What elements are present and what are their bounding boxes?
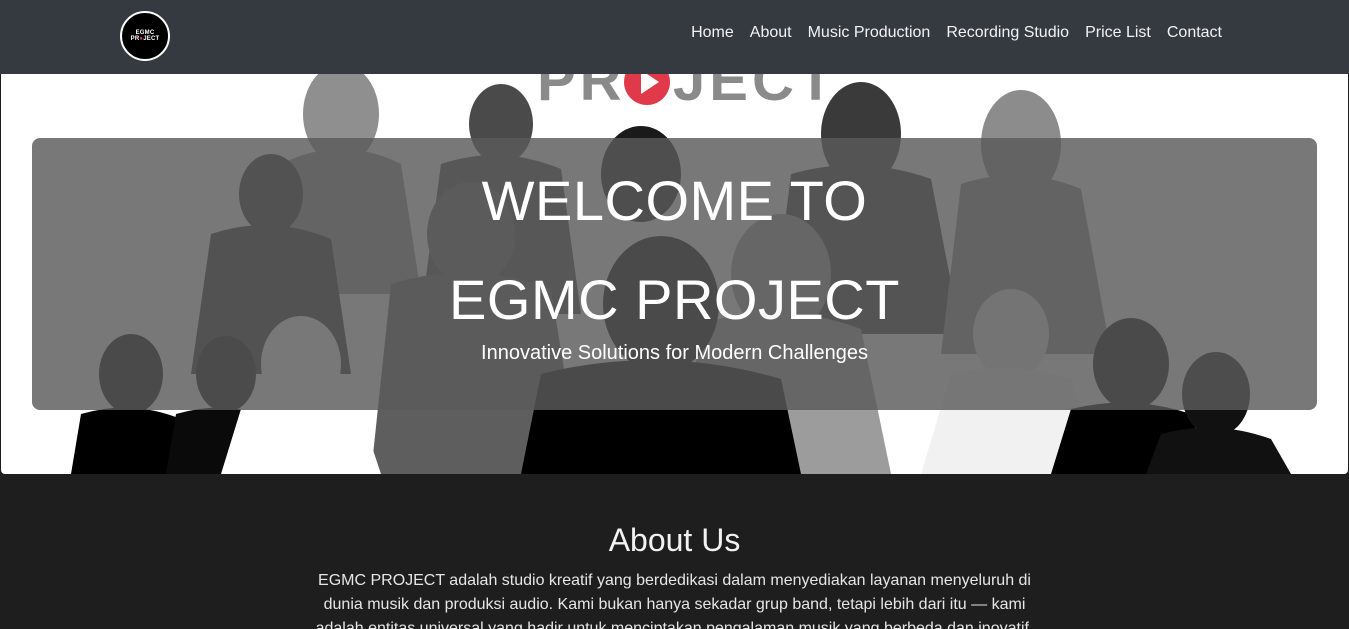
svg-text:PR: PR	[537, 74, 626, 113]
svg-text:JECT: JECT	[673, 74, 837, 113]
nav-link-music-production[interactable]: Music Production	[808, 24, 931, 42]
about-title: About Us	[608, 522, 741, 558]
nav-menu: Home About Music Production Recording St…	[691, 24, 1222, 42]
hero-section: PR JECT WELCOME TO EGMC PROJECT Innovati…	[1, 74, 1348, 474]
hero-title-line1: WELCOME TO	[481, 169, 868, 232]
navbar: EGMC PR●JECT Home About Music Production…	[0, 0, 1349, 74]
hero-subtitle: Innovative Solutions for Modern Challeng…	[481, 342, 868, 364]
logo-text-bottom: PR●JECT	[130, 36, 160, 42]
background-logo: PR JECT	[537, 74, 837, 113]
about-section: About Us EGMC PROJECT adalah studio krea…	[0, 474, 1349, 629]
nav-link-contact[interactable]: Contact	[1167, 24, 1222, 42]
brand-logo[interactable]: EGMC PR●JECT	[120, 11, 170, 61]
nav-link-about[interactable]: About	[750, 24, 792, 42]
hero-welcome-card: WELCOME TO EGMC PROJECT Innovative Solut…	[32, 138, 1317, 410]
nav-link-price-list[interactable]: Price List	[1085, 24, 1151, 42]
about-description: EGMC PROJECT adalah studio kreatif yang …	[315, 572, 1034, 629]
hero-title-line2: EGMC PROJECT	[449, 268, 900, 331]
nav-link-recording-studio[interactable]: Recording Studio	[946, 24, 1069, 42]
nav-link-home[interactable]: Home	[691, 24, 734, 42]
